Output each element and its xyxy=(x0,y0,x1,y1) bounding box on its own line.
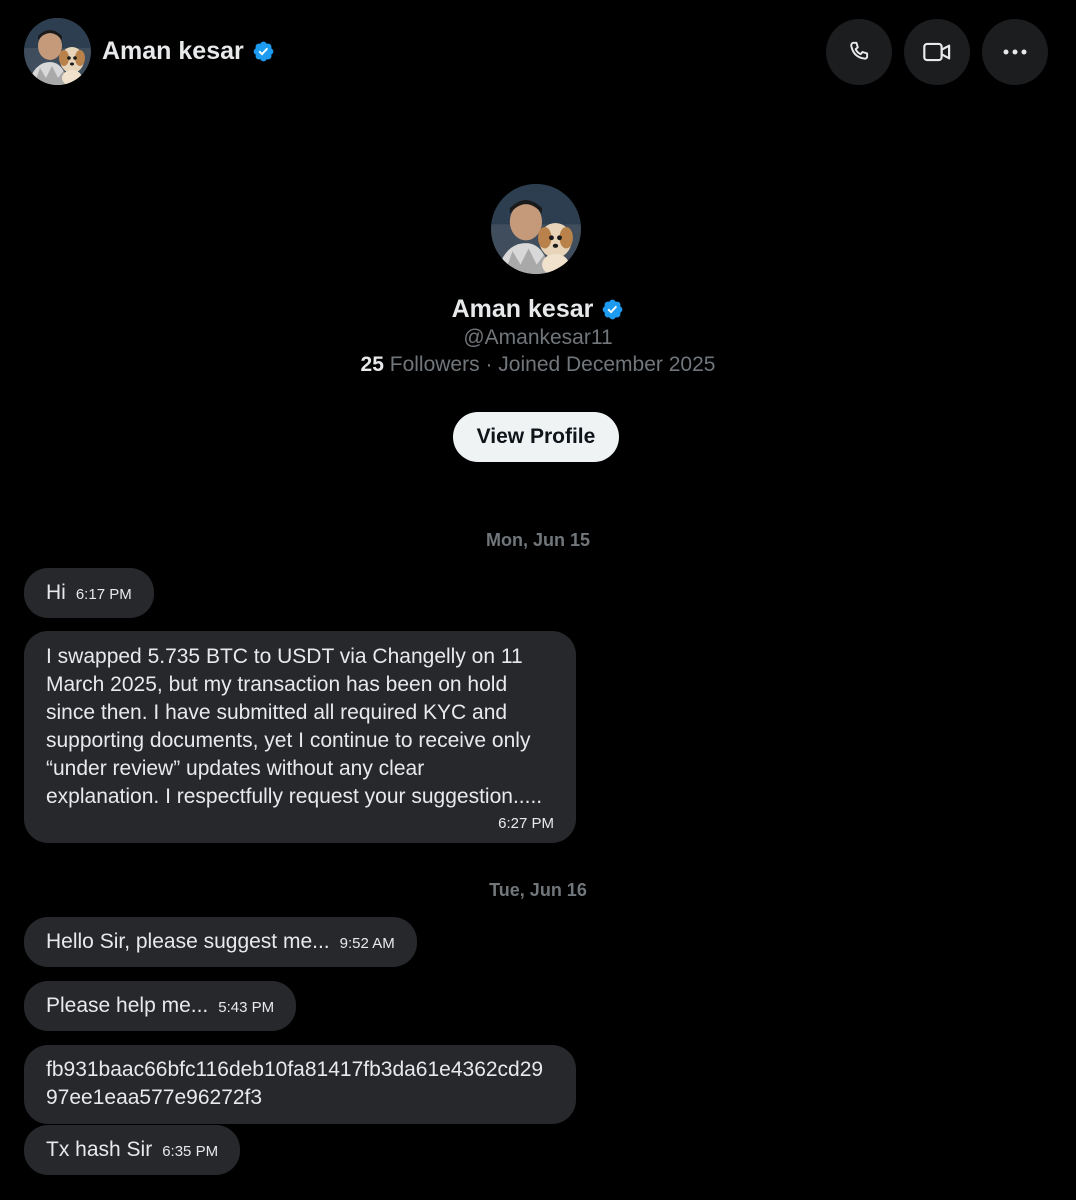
profile-name: Aman kesar xyxy=(0,294,1076,324)
conversation-header: Aman kesar xyxy=(0,0,1076,104)
message-bubble[interactable]: Please help me... 5:43 PM xyxy=(24,981,297,1031)
message-time: 6:27 PM xyxy=(498,815,554,832)
phone-icon xyxy=(850,41,869,60)
message-text: Hi xyxy=(46,581,66,604)
followers-label: Followers xyxy=(389,353,480,376)
profile-meta: 25 Followers · Joined December 2025 xyxy=(0,352,1076,378)
message-text: Tx hash Sir xyxy=(46,1138,153,1161)
message-bubble[interactable]: I swapped 5.735 BTC to USDT via Changell… xyxy=(24,631,576,843)
message-time: 9:52 AM xyxy=(339,935,395,952)
avatar[interactable] xyxy=(24,18,91,85)
message-bubble[interactable]: Hello Sir, please suggest me... 9:52 AM xyxy=(24,917,417,967)
message-text: I swapped 5.735 BTC to USDT via Changell… xyxy=(46,645,543,808)
date-separator: Tue, Jun 16 xyxy=(489,880,587,900)
message-bubble[interactable]: fb931baac66bfc116deb10fa81417fb3da61e436… xyxy=(24,1045,576,1124)
verified-badge-icon xyxy=(603,299,623,319)
followers-count: 25 xyxy=(360,353,384,376)
more-icon xyxy=(1003,49,1027,55)
header-contact-name[interactable]: Aman kesar xyxy=(102,36,275,66)
message-time: 6:17 PM xyxy=(75,586,132,603)
dm-conversation-window: Aman kesar Aman kesar @Amankesar11 25 Fo… xyxy=(0,0,1076,1200)
profile-name-text: Aman kesar xyxy=(451,295,594,323)
header-name-text: Aman kesar xyxy=(102,37,244,65)
video-icon xyxy=(923,42,951,62)
verified-badge-icon xyxy=(253,41,274,61)
message-time: 6:35 PM xyxy=(162,1143,219,1160)
meta-separator: · xyxy=(485,353,493,376)
message-text: Hello Sir, please suggest me... xyxy=(46,930,330,953)
more-options-button[interactable] xyxy=(982,19,1048,85)
video-call-button[interactable] xyxy=(904,19,970,85)
message-text: fb931baac66bfc116deb10fa81417fb3da61e436… xyxy=(46,1058,544,1109)
message-time: 5:43 PM xyxy=(218,999,275,1016)
view-profile-button[interactable]: View Profile xyxy=(453,412,619,462)
date-separator: Mon, Jun 15 xyxy=(485,530,590,550)
profile-avatar[interactable] xyxy=(491,184,581,274)
joined-date: Joined December 2025 xyxy=(498,353,716,376)
call-button[interactable] xyxy=(826,19,892,85)
message-bubble[interactable]: Hi 6:17 PM xyxy=(24,568,154,618)
profile-handle: @Amankesar11 xyxy=(463,326,613,349)
message-text: Please help me... xyxy=(46,994,209,1017)
message-bubble[interactable]: Tx hash Sir 6:35 PM xyxy=(24,1125,241,1175)
